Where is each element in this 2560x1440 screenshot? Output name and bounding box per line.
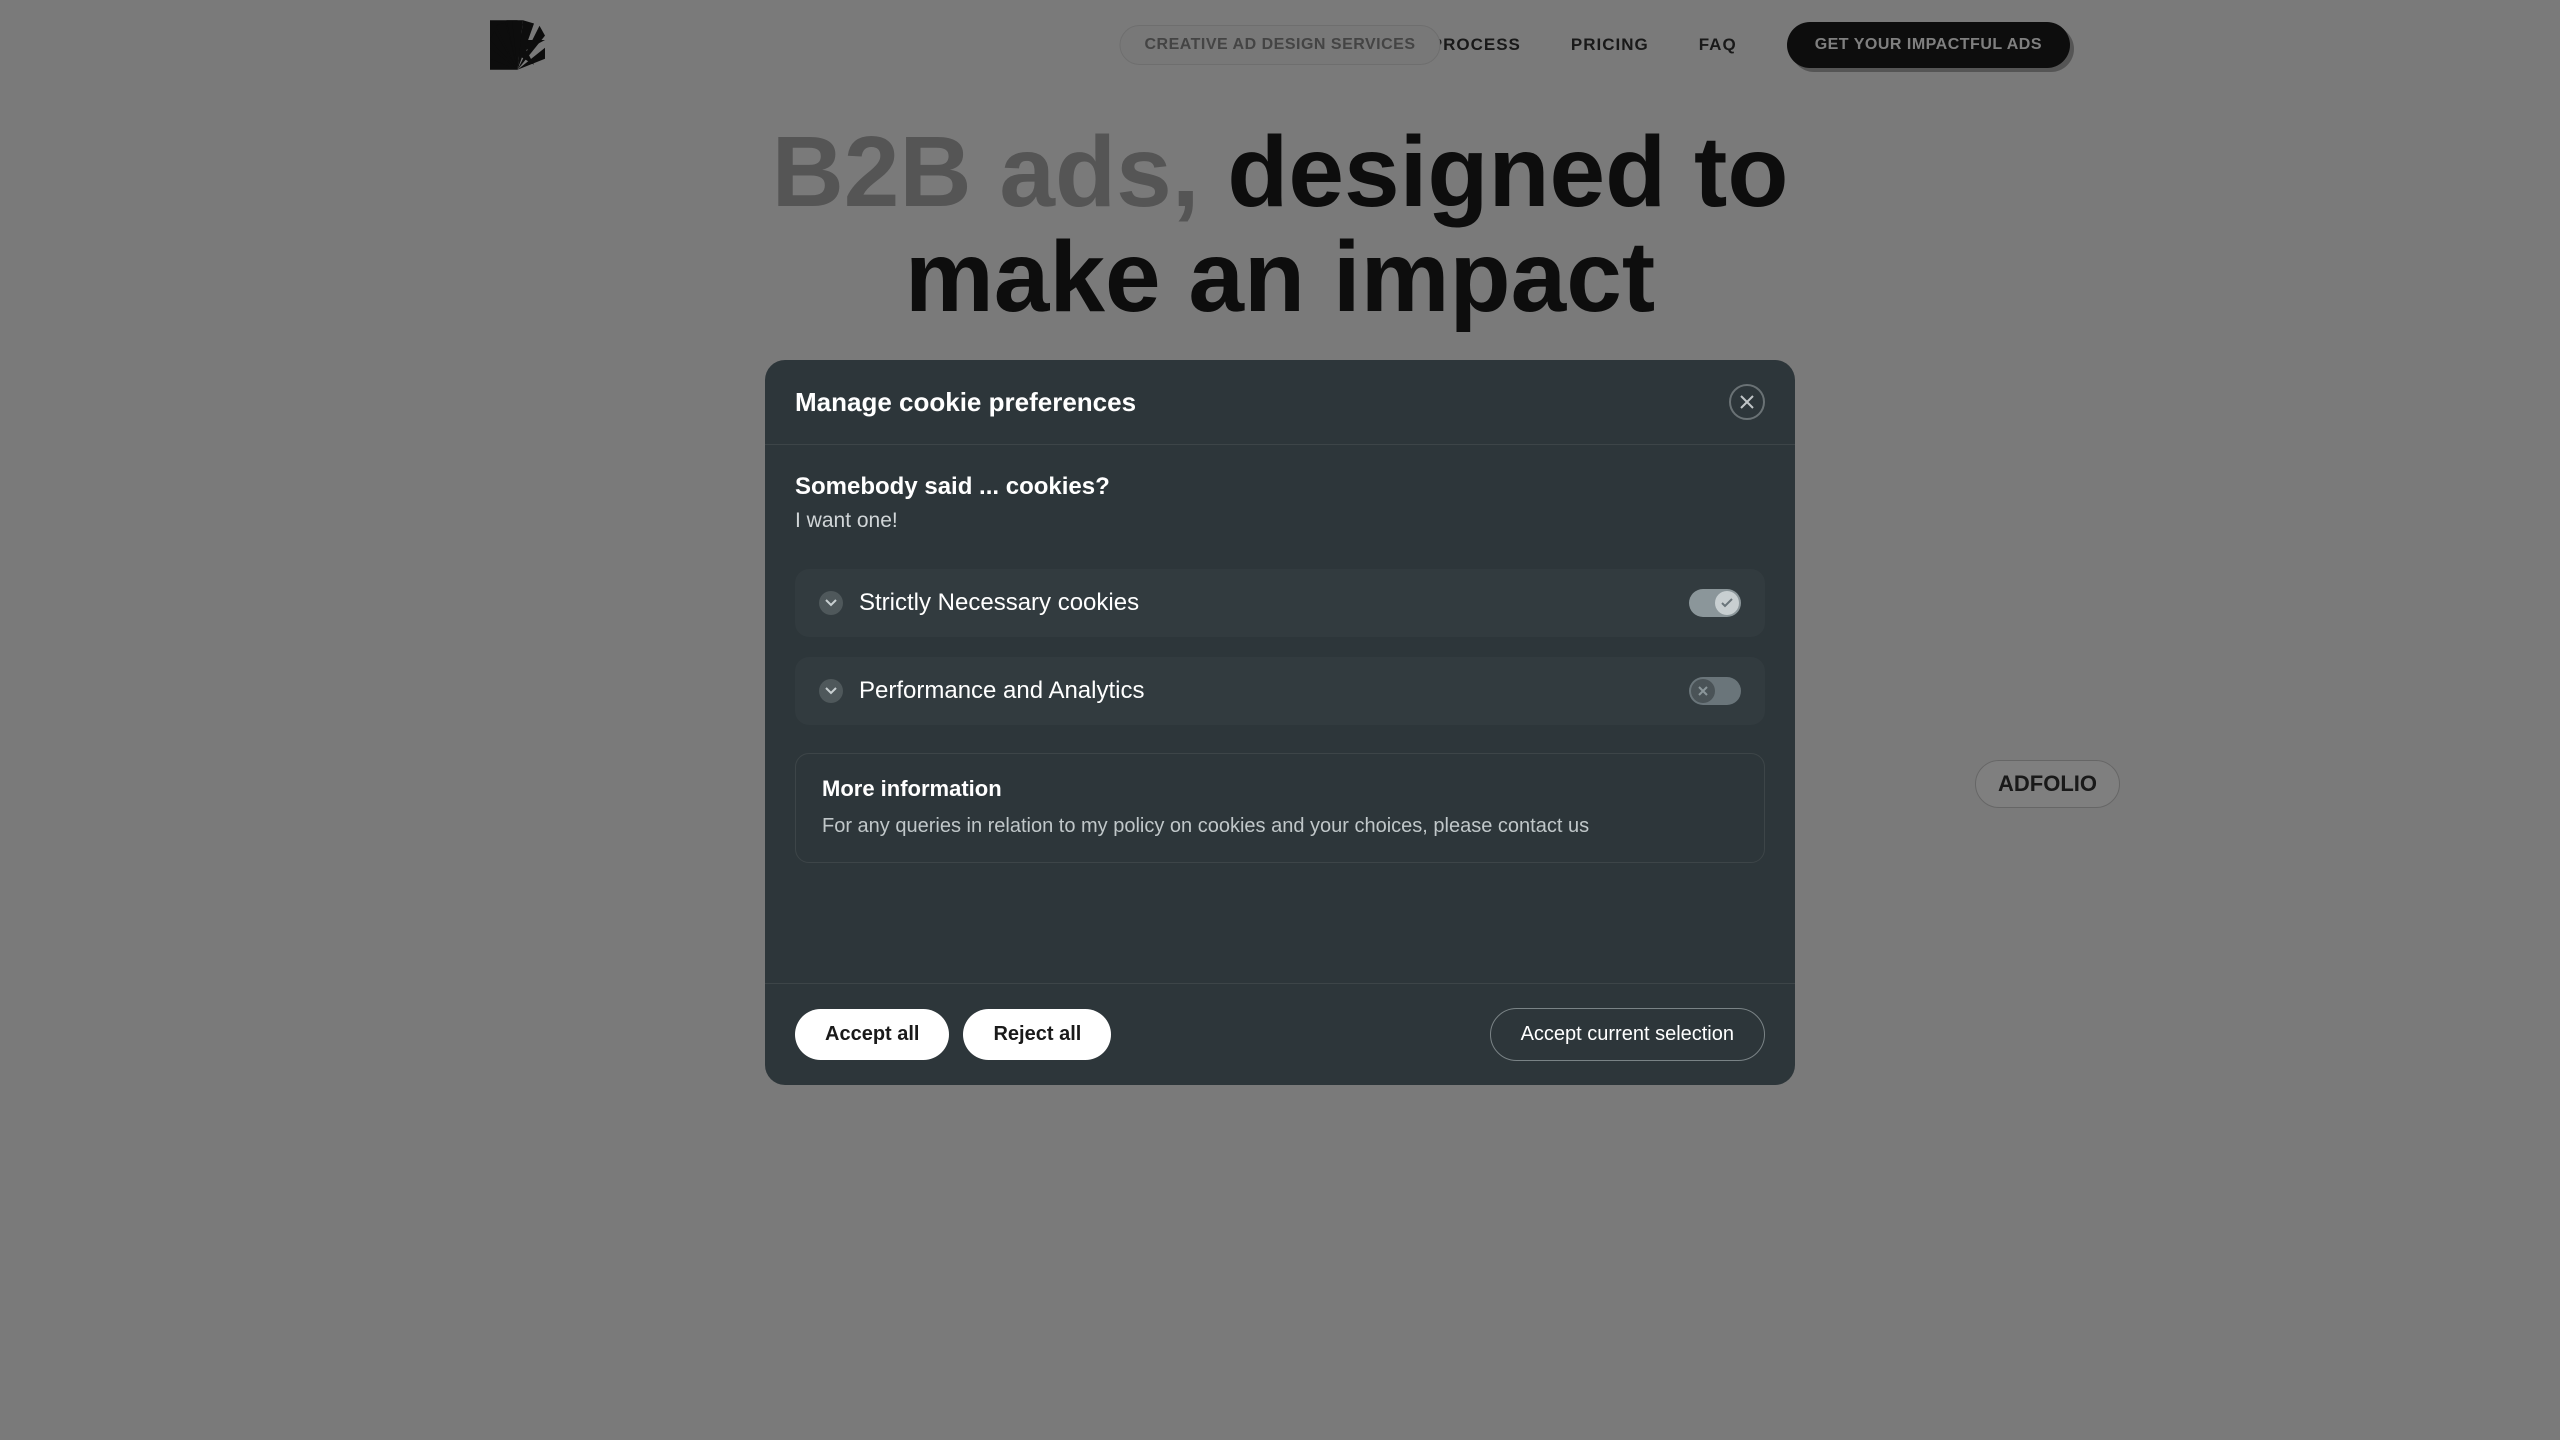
cookie-strict-toggle	[1689, 589, 1741, 617]
modal-heading: Somebody said ... cookies?	[795, 473, 1765, 501]
close-icon	[1740, 395, 1754, 409]
cookie-perf-label: Performance and Analytics	[859, 677, 1144, 705]
x-icon	[1698, 686, 1708, 696]
info-box: More information For any queries in rela…	[795, 753, 1765, 863]
cookie-perf-row[interactable]: Performance and Analytics	[795, 657, 1765, 725]
modal-title: Manage cookie preferences	[795, 387, 1136, 418]
modal-subheading: I want one!	[795, 509, 1765, 533]
chevron-down-icon[interactable]	[819, 679, 843, 703]
modal-overlay: Manage cookie preferences Somebody said …	[0, 0, 2560, 1440]
close-button[interactable]	[1729, 384, 1765, 420]
cookie-modal: Manage cookie preferences Somebody said …	[765, 360, 1795, 1085]
cookie-perf-toggle[interactable]	[1689, 677, 1741, 705]
info-text: For any queries in relation to my policy…	[822, 812, 1738, 840]
accept-all-button[interactable]: Accept all	[795, 1009, 949, 1060]
info-title: More information	[822, 776, 1738, 802]
cookie-strict-row[interactable]: Strictly Necessary cookies	[795, 569, 1765, 637]
chevron-down-icon[interactable]	[819, 591, 843, 615]
reject-all-button[interactable]: Reject all	[963, 1009, 1111, 1060]
accept-selection-button[interactable]: Accept current selection	[1490, 1008, 1765, 1061]
cookie-strict-label: Strictly Necessary cookies	[859, 589, 1139, 617]
check-icon	[1721, 598, 1733, 608]
